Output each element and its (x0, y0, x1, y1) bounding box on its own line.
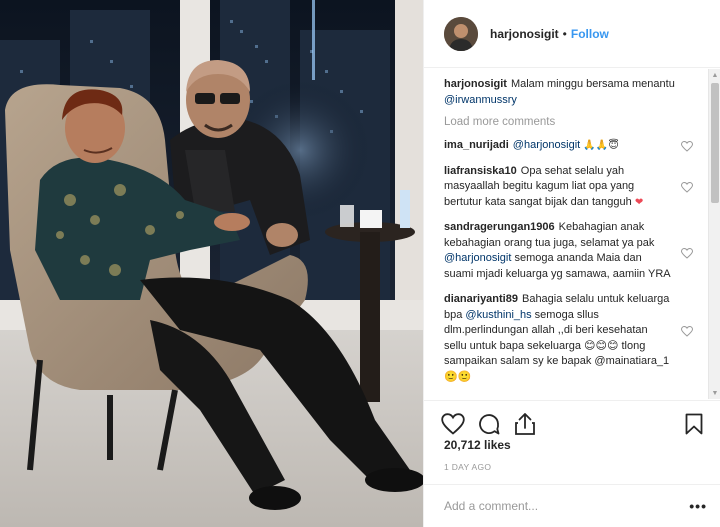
post-photo[interactable] (0, 0, 423, 527)
comment-item: sandragerungan1906 Kebahagian anak kebaha… (444, 220, 693, 282)
follow-button[interactable]: Follow (571, 27, 609, 41)
instagram-post: harjonosigit • Follow harjonosigit Malam … (0, 0, 720, 527)
share-icon (515, 412, 535, 435)
comment-item: liafransiska10 Opa sehat selalu yah masya… (444, 164, 693, 211)
scroll-down-arrow-icon[interactable]: ▼ (709, 387, 720, 399)
comment-item: ima_nurijadi @harjonosigit 🙏🙏😇 (444, 138, 693, 154)
post-sidebar: harjonosigit • Follow harjonosigit Malam … (423, 0, 720, 527)
add-comment-input[interactable] (444, 499, 690, 513)
comment-icon (479, 413, 500, 434)
avatar[interactable] (444, 16, 478, 51)
comment-like-heart-icon[interactable] (681, 181, 693, 193)
post-header: harjonosigit • Follow (424, 0, 720, 68)
scrollbar-thumb[interactable] (711, 83, 719, 203)
like-button[interactable] (440, 411, 466, 437)
comment-like-heart-icon[interactable] (681, 326, 693, 337)
comment-like-heart-icon[interactable] (681, 141, 693, 152)
save-button[interactable] (681, 411, 707, 437)
caption-username[interactable]: harjonosigit (444, 78, 507, 90)
comment-like-heart-icon[interactable] (681, 248, 693, 259)
comments-list[interactable]: harjonosigit Malam minggu bersama menantu… (424, 69, 709, 399)
post-photo-image (0, 0, 423, 527)
load-more-comments-link[interactable]: Load more comments (444, 116, 693, 128)
share-button[interactable] (512, 411, 538, 437)
comment-mention[interactable]: @kusthini_hs (465, 309, 531, 321)
post-caption: harjonosigit Malam minggu bersama menantu… (444, 77, 693, 108)
comment-mention[interactable]: @harjonosigit (444, 252, 511, 264)
comment-mention[interactable]: @harjonosigit (513, 139, 580, 151)
more-options-icon[interactable]: ••• (689, 498, 707, 514)
avatar-image (444, 16, 478, 51)
comment-text: 🙏🙏😇 (580, 140, 619, 151)
scroll-up-arrow-icon[interactable]: ▲ (709, 69, 720, 81)
comment-button[interactable] (476, 411, 502, 437)
bookmark-icon (685, 413, 703, 434)
caption-text: Malam minggu bersama menantu (510, 78, 675, 90)
add-comment-bar: ••• (424, 484, 720, 527)
heart-icon (441, 412, 465, 435)
header-separator: • (562, 26, 567, 41)
comments-scrollbar[interactable]: ▲ ▼ (708, 69, 720, 399)
comment-item: dianariyanti89 Bahagia selalu untuk kelua… (444, 292, 693, 385)
likes-count[interactable]: 20,712 likes (444, 438, 511, 452)
comment-username[interactable]: ima_nurijadi (444, 139, 509, 151)
caption-mention[interactable]: @irwanmussry (444, 94, 517, 106)
red-heart-emoji-icon: ❤ (634, 196, 644, 208)
comment-username[interactable]: liafransiska10 (444, 165, 517, 177)
comment-username[interactable]: dianariyanti89 (444, 293, 518, 305)
header-username[interactable]: harjonosigit (490, 27, 559, 41)
comment-username[interactable]: sandragerungan1906 (444, 221, 555, 233)
post-timestamp[interactable]: 1 DAY AGO (444, 462, 491, 472)
